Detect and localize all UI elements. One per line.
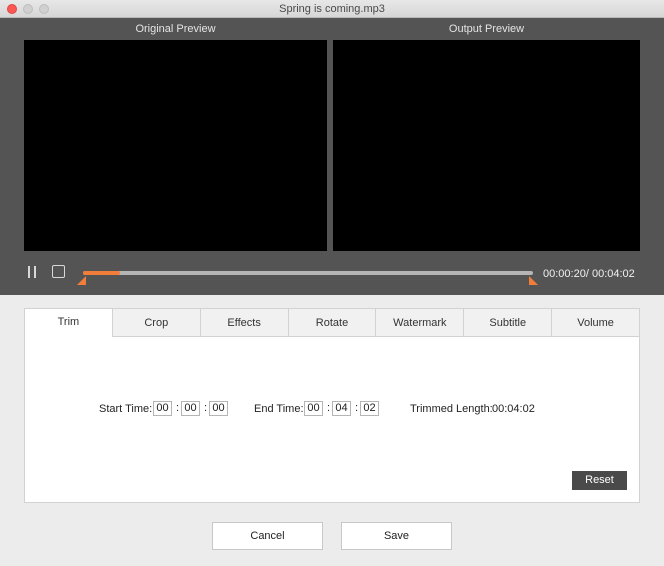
playback-progress-fill — [83, 271, 121, 275]
trim-time-row: Start Time: 00 : 00 : 00 End Time: 00 : … — [25, 401, 639, 417]
tab-effects[interactable]: Effects — [199, 309, 288, 337]
tab-crop[interactable]: Crop — [111, 309, 200, 337]
stop-icon[interactable] — [52, 265, 65, 278]
time-colon: : — [327, 402, 331, 414]
playback-progress-track[interactable] — [83, 271, 533, 275]
current-time: 00:00:20 — [543, 268, 586, 280]
edit-panel: Trim Crop Effects Rotate Watermark Subti… — [24, 308, 640, 503]
trim-start-handle[interactable] — [77, 276, 86, 285]
reset-button[interactable]: Reset — [572, 471, 627, 490]
trim-end-handle[interactable] — [529, 276, 538, 285]
tab-watermark[interactable]: Watermark — [375, 309, 464, 337]
start-seconds-field[interactable]: 00 — [209, 401, 228, 416]
start-minutes-field[interactable]: 00 — [181, 401, 200, 416]
time-readout: 00:00:20/ 00:04:02 — [543, 268, 635, 280]
tab-trim[interactable]: Trim — [25, 309, 112, 337]
original-preview-screen — [24, 40, 327, 251]
time-colon: : — [355, 402, 359, 414]
time-colon: : — [204, 402, 208, 414]
end-minutes-field[interactable]: 04 — [332, 401, 351, 416]
title-bar: Spring is coming.mp3 — [0, 0, 664, 18]
start-hours-field[interactable]: 00 — [153, 401, 172, 416]
tab-bar: Trim Crop Effects Rotate Watermark Subti… — [25, 309, 640, 337]
trimmed-length-label: Trimmed Length: — [410, 403, 493, 415]
original-preview-label: Original Preview — [135, 23, 216, 35]
pause-icon[interactable] — [26, 266, 38, 279]
preview-area: Original Preview Output Preview 00:00:20… — [0, 18, 664, 295]
end-hours-field[interactable]: 00 — [304, 401, 323, 416]
tab-rotate[interactable]: Rotate — [287, 309, 376, 337]
save-button[interactable]: Save — [341, 522, 452, 550]
end-seconds-field[interactable]: 02 — [360, 401, 379, 416]
tab-volume[interactable]: Volume — [551, 309, 640, 337]
output-preview-screen — [333, 40, 640, 251]
output-preview-label: Output Preview — [448, 23, 525, 35]
time-colon: : — [176, 402, 180, 414]
start-time-label: Start Time: — [99, 403, 153, 415]
window-title: Spring is coming.mp3 — [279, 3, 385, 15]
cancel-button[interactable]: Cancel — [212, 522, 323, 550]
trimmed-length-value: 00:04:02 — [492, 403, 535, 415]
end-time-label: End Time: — [254, 403, 304, 415]
total-time: 00:04:02 — [591, 268, 635, 280]
tab-subtitle[interactable]: Subtitle — [463, 309, 552, 337]
